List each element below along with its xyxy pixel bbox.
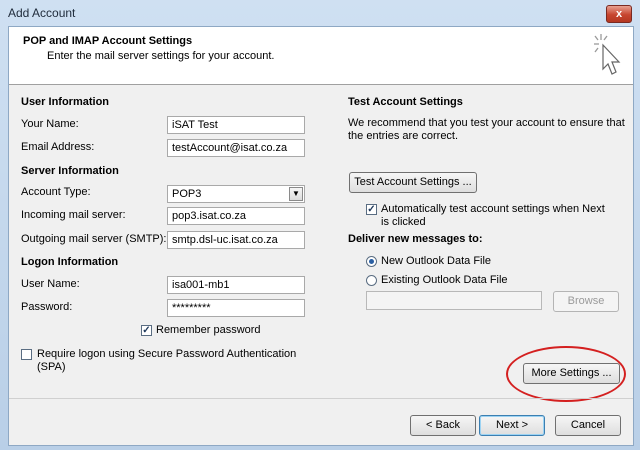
browse-button[interactable]: Browse: [553, 291, 619, 312]
logon-info-heading: Logon Information: [21, 256, 119, 268]
your-name-input[interactable]: iSAT Test: [167, 116, 305, 134]
auto-test-checkbox[interactable]: ✓: [366, 204, 377, 215]
remember-password-label: Remember password: [156, 324, 261, 336]
dialog-client-area: POP and IMAP Account Settings Enter the …: [8, 26, 634, 446]
new-data-file-radio[interactable]: [366, 256, 377, 267]
back-button[interactable]: < Back: [410, 415, 476, 436]
user-info-heading: User Information: [21, 96, 110, 108]
server-info-heading: Server Information: [21, 165, 119, 177]
auto-test-label-line2: is clicked: [381, 216, 426, 228]
chevron-down-icon[interactable]: ▼: [289, 187, 303, 201]
outgoing-server-input[interactable]: smtp.dsl-uc.isat.co.za: [167, 231, 305, 249]
outgoing-server-label: Outgoing mail server (SMTP):: [21, 233, 167, 245]
existing-data-file-radio[interactable]: [366, 275, 377, 286]
spa-checkbox[interactable]: [21, 349, 32, 360]
test-account-settings-button[interactable]: Test Account Settings ...: [349, 172, 477, 193]
add-account-window: Add Account x POP and IMAP Account Setti…: [0, 0, 640, 450]
window-title: Add Account: [8, 6, 76, 20]
title-bar: Add Account x: [0, 0, 640, 26]
page-title: POP and IMAP Account Settings: [23, 35, 193, 47]
spa-label-line1: Require logon using Secure Password Auth…: [37, 348, 297, 360]
red-highlight-ellipse: [506, 346, 626, 402]
email-label: Email Address:: [21, 141, 95, 153]
account-type-label: Account Type:: [21, 186, 91, 198]
auto-test-label-line1: Automatically test account settings when…: [381, 203, 605, 215]
email-input[interactable]: testAccount@isat.co.za: [167, 139, 305, 157]
test-settings-desc-line2: the entries are correct.: [348, 130, 459, 142]
your-name-label: Your Name:: [21, 118, 79, 130]
dialog-header: POP and IMAP Account Settings Enter the …: [9, 27, 633, 85]
spa-label-line2: (SPA): [37, 361, 66, 373]
account-type-select[interactable]: POP3 ▼: [167, 185, 305, 203]
test-settings-heading: Test Account Settings: [348, 96, 463, 108]
cancel-button[interactable]: Cancel: [555, 415, 621, 436]
test-settings-desc-line1: We recommend that you test your account …: [348, 117, 625, 129]
page-subtitle: Enter the mail server settings for your …: [47, 50, 275, 62]
cursor-sparkle-icon: [594, 34, 621, 75]
incoming-server-label: Incoming mail server:: [21, 209, 126, 221]
new-data-file-label: New Outlook Data File: [381, 255, 492, 267]
password-input[interactable]: *********: [167, 299, 305, 317]
username-input[interactable]: isa001-mb1: [167, 276, 305, 294]
username-label: User Name:: [21, 278, 80, 290]
existing-data-file-path[interactable]: [366, 291, 542, 310]
close-button[interactable]: x: [606, 5, 632, 23]
radio-selected-dot: [369, 259, 374, 264]
incoming-server-input[interactable]: pop3.isat.co.za: [167, 207, 305, 225]
footer-divider: [9, 398, 633, 399]
existing-data-file-label: Existing Outlook Data File: [381, 274, 508, 286]
password-label: Password:: [21, 301, 73, 313]
account-type-value: POP3: [172, 188, 202, 200]
next-button[interactable]: Next >: [479, 415, 545, 436]
remember-password-checkbox[interactable]: ✓: [141, 325, 152, 336]
deliver-messages-heading: Deliver new messages to:: [348, 233, 483, 245]
